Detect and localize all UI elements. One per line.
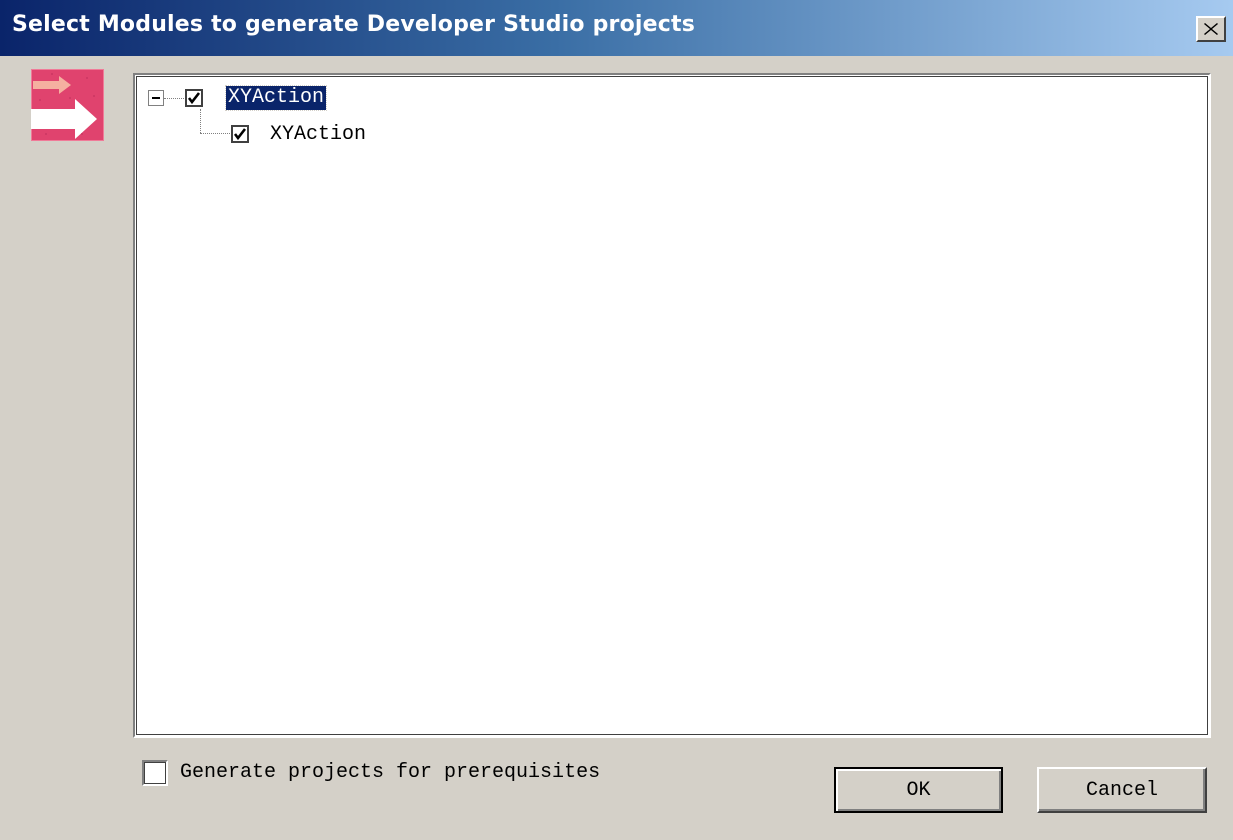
- tree-connector: [200, 133, 230, 134]
- close-button[interactable]: [1196, 16, 1226, 42]
- module-tree[interactable]: XYAction XYAction: [133, 73, 1211, 738]
- prerequisites-label[interactable]: Generate projects for prerequisites: [180, 760, 600, 786]
- dialog-window: Select Modules to generate Developer Stu…: [0, 0, 1233, 840]
- tree-item-root-label[interactable]: XYAction: [224, 85, 328, 111]
- title-bar[interactable]: Select Modules to generate Developer Stu…: [0, 0, 1233, 56]
- tree-connector: [164, 98, 184, 99]
- checkmark-icon: [233, 128, 247, 141]
- window-title: Select Modules to generate Developer Stu…: [12, 12, 696, 37]
- ok-button[interactable]: OK: [834, 767, 1003, 813]
- cancel-button[interactable]: Cancel: [1037, 767, 1207, 813]
- wizard-arrow-icon: [30, 68, 105, 142]
- close-icon: [1204, 23, 1218, 35]
- child-module-checkbox[interactable]: [231, 125, 249, 143]
- minus-box-icon[interactable]: [148, 90, 164, 106]
- root-module-checkbox[interactable]: [185, 89, 203, 107]
- prerequisites-checkbox[interactable]: [142, 760, 168, 786]
- checkmark-icon: [187, 92, 201, 105]
- tree-item-child-label[interactable]: XYAction: [270, 123, 366, 147]
- tree-connector: [200, 109, 201, 133]
